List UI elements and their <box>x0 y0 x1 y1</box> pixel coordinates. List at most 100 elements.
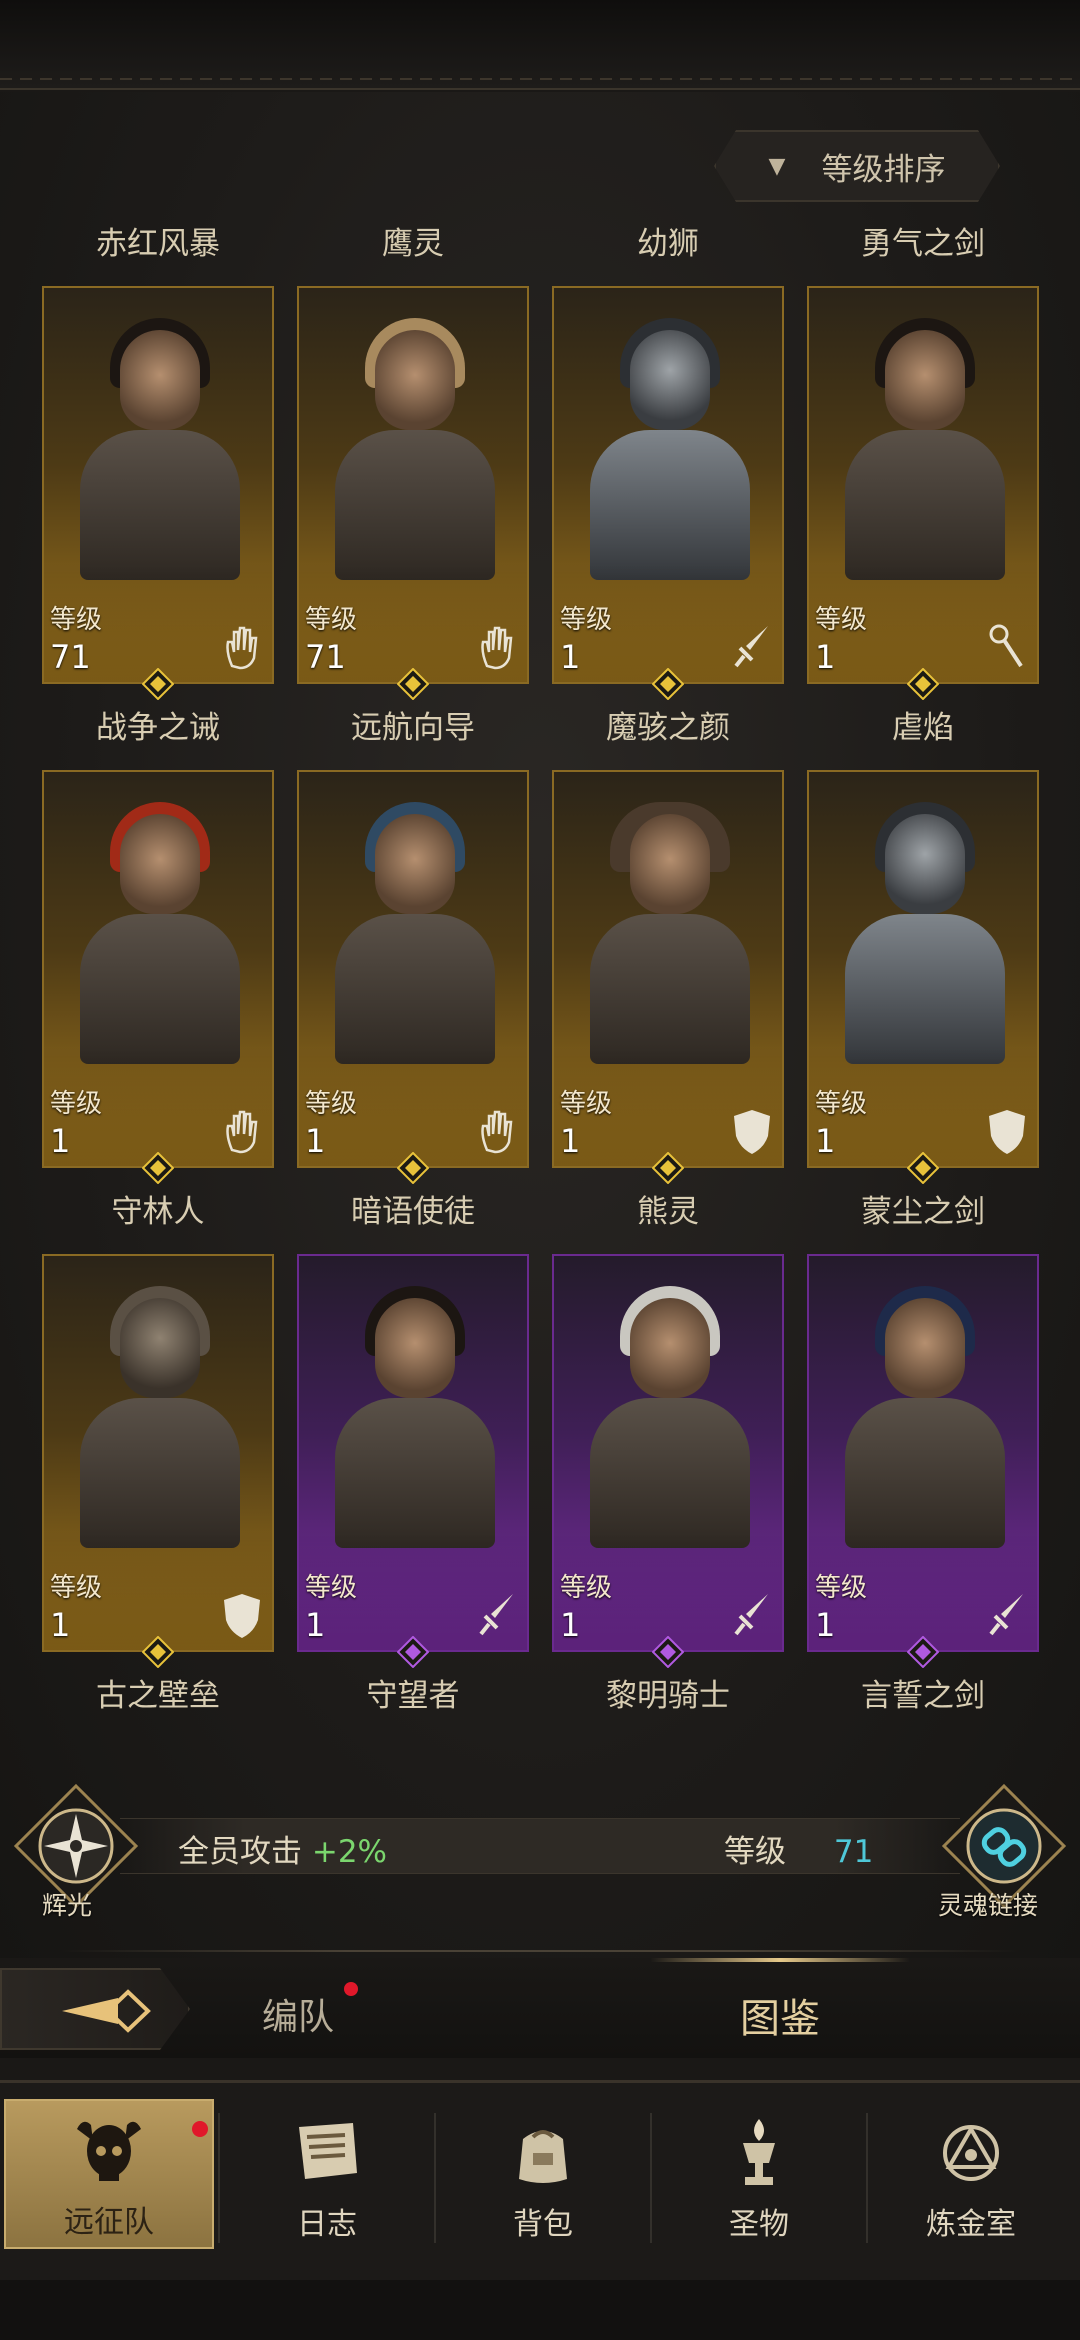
rarity-gem-icon <box>906 1151 940 1185</box>
rarity-gem-icon <box>906 1635 940 1669</box>
level-value: 1 <box>560 638 581 676</box>
hero-card-3[interactable]: 幼狮等级 1 <box>552 216 784 701</box>
level-label: 等级 <box>815 605 868 635</box>
level-label: 等级 <box>305 605 358 635</box>
hero-name-bottom: 熊灵 <box>637 1194 699 1230</box>
hero-portrait-frame[interactable]: 等级 1 <box>42 1254 274 1652</box>
hero-portrait-frame[interactable]: 等级 1 <box>297 1254 529 1652</box>
team-attack-buff: 全员攻击 +2% <box>178 1826 387 1871</box>
hero-portrait-frame[interactable]: 等级 1 <box>807 286 1039 684</box>
soul-link-level-label: 等级 <box>724 1834 786 1870</box>
level-label: 等级 <box>815 1089 868 1119</box>
hero-portrait <box>584 312 756 580</box>
hero-card-9[interactable]: 等级 1 <box>42 1184 274 1669</box>
hand-icon <box>475 1106 519 1156</box>
hero-portrait-frame[interactable]: 等级 1 <box>807 770 1039 1168</box>
level-value: 1 <box>305 1122 326 1160</box>
hero-card-1[interactable]: 赤红风暴等级 71 <box>42 216 274 701</box>
divider <box>60 1950 1020 1952</box>
level-label: 等级 <box>50 1089 103 1119</box>
hero-name-top: 赤红风暴 <box>96 226 220 262</box>
level-label: 等级 <box>560 605 613 635</box>
nav-relics[interactable]: 圣物 <box>654 2099 864 2249</box>
hero-name-top: 勇气之剑 <box>861 226 985 262</box>
tab-codex[interactable]: 图鉴 <box>740 1986 820 2044</box>
hero-portrait-frame[interactable]: 等级 71 <box>297 286 529 684</box>
hero-portrait <box>584 796 756 1064</box>
hero-card-10[interactable]: 等级 1 <box>297 1184 529 1669</box>
hero-card-4[interactable]: 勇气之剑等级 1 <box>807 216 1039 701</box>
nav-separator <box>650 2113 652 2243</box>
hero-name-bottom: 虐焰 <box>892 710 954 746</box>
top-frame <box>0 0 1080 90</box>
level-value: 1 <box>815 638 836 676</box>
radiance-emblem-button[interactable]: 辉光 <box>12 1782 140 1920</box>
hero-portrait <box>584 1280 756 1548</box>
level-label: 等级 <box>560 1573 613 1603</box>
bottom-nav: 远征队 日志 背包 圣物 炼金室 <box>0 2080 1080 2280</box>
sort-by-level-button[interactable]: ▼ 等级排序 <box>714 130 1000 202</box>
hero-portrait <box>329 1280 501 1548</box>
active-tab-indicator <box>650 1958 910 1962</box>
tab-bar: 编队 图鉴 <box>0 1958 1080 2058</box>
hero-card-2[interactable]: 鹰灵 等级 71 <box>297 216 529 701</box>
hero-portrait-frame[interactable]: 等级 1 <box>807 1254 1039 1652</box>
hero-portrait-frame[interactable]: 等级 1 <box>552 770 784 1168</box>
nav-backpack[interactable]: 背包 <box>438 2099 648 2249</box>
hero-portrait <box>839 312 1011 580</box>
hero-card-5[interactable]: 等级 1 <box>42 700 274 1185</box>
level-label: 等级 <box>50 605 103 635</box>
hero-name-bottom: 黎明骑士 <box>606 1678 730 1714</box>
arrow-left-icon <box>62 1989 151 2033</box>
hero-portrait <box>74 796 246 1064</box>
rarity-gem-icon <box>396 1151 430 1185</box>
bottom-strip <box>0 2280 1080 2340</box>
hero-grid: 赤红风暴 等级 71 鹰灵 等级 71 幼狮 等级 1 勇气之剑 等级 1 等级 1 等级 1 等级 1 等级 1 等级… <box>42 216 1042 1669</box>
hero-card-12[interactable]: 等级 1 <box>807 1184 1039 1669</box>
hero-portrait-frame[interactable]: 等级 1 <box>297 770 529 1168</box>
hero-portrait-frame[interactable]: 等级 1 <box>42 770 274 1168</box>
hand-icon <box>220 1106 264 1156</box>
nav-expedition[interactable]: 远征队 <box>4 2099 214 2249</box>
nav-separator <box>434 2113 436 2243</box>
skull-helmet-icon <box>77 2121 141 2181</box>
hero-name-bottom: 魔骇之颜 <box>606 710 730 746</box>
bag-icon <box>519 2130 567 2183</box>
hero-name-bottom: 守林人 <box>111 1194 205 1230</box>
nav-alchemy[interactable]: 炼金室 <box>866 2099 1076 2249</box>
rarity-gem-icon <box>651 1635 685 1669</box>
nav-backpack-label: 背包 <box>513 2207 573 2242</box>
rarity-gem-icon <box>651 667 685 701</box>
hero-card-11[interactable]: 等级 1 <box>552 1184 784 1669</box>
hero-portrait-frame[interactable]: 等级 1 <box>552 1254 784 1652</box>
hand-icon <box>220 622 264 672</box>
level-label: 等级 <box>305 1573 358 1603</box>
hero-portrait-frame[interactable]: 等级 71 <box>42 286 274 684</box>
soul-link-level: 等级 71 <box>724 1826 873 1871</box>
hero-name-top: 幼狮 <box>637 226 699 262</box>
level-label: 等级 <box>50 1573 103 1603</box>
notification-dot <box>344 1982 358 1996</box>
level-label: 等级 <box>560 1089 613 1119</box>
level-value: 71 <box>305 638 346 676</box>
sword-icon <box>730 1590 774 1640</box>
nav-journal[interactable]: 日志 <box>222 2099 432 2249</box>
back-button[interactable] <box>0 1968 190 2050</box>
tab-formation[interactable]: 编队 <box>262 1988 334 2040</box>
level-value: 1 <box>50 1122 71 1160</box>
hero-portrait <box>74 1280 246 1548</box>
level-value: 1 <box>50 1606 71 1644</box>
buff-bar: 辉光 全员攻击 +2% 等级 71 灵魂链接 <box>0 1782 1080 1920</box>
level-value: 1 <box>815 1606 836 1644</box>
hand-icon <box>475 622 519 672</box>
hero-name-bottom: 远航向导 <box>351 710 475 746</box>
soul-link-button[interactable]: 灵魂链接 <box>938 1782 1068 1920</box>
hero-portrait <box>74 312 246 580</box>
level-value: 71 <box>50 638 91 676</box>
hero-name-bottom: 守望者 <box>366 1678 460 1714</box>
hero-portrait-frame[interactable]: 等级 1 <box>552 286 784 684</box>
hero-name-bottom: 战争之诫 <box>96 710 220 746</box>
hero-card-6[interactable]: 等级 1 <box>297 700 529 1185</box>
hero-card-8[interactable]: 等级 1 <box>807 700 1039 1185</box>
hero-card-7[interactable]: 等级 1 <box>552 700 784 1185</box>
